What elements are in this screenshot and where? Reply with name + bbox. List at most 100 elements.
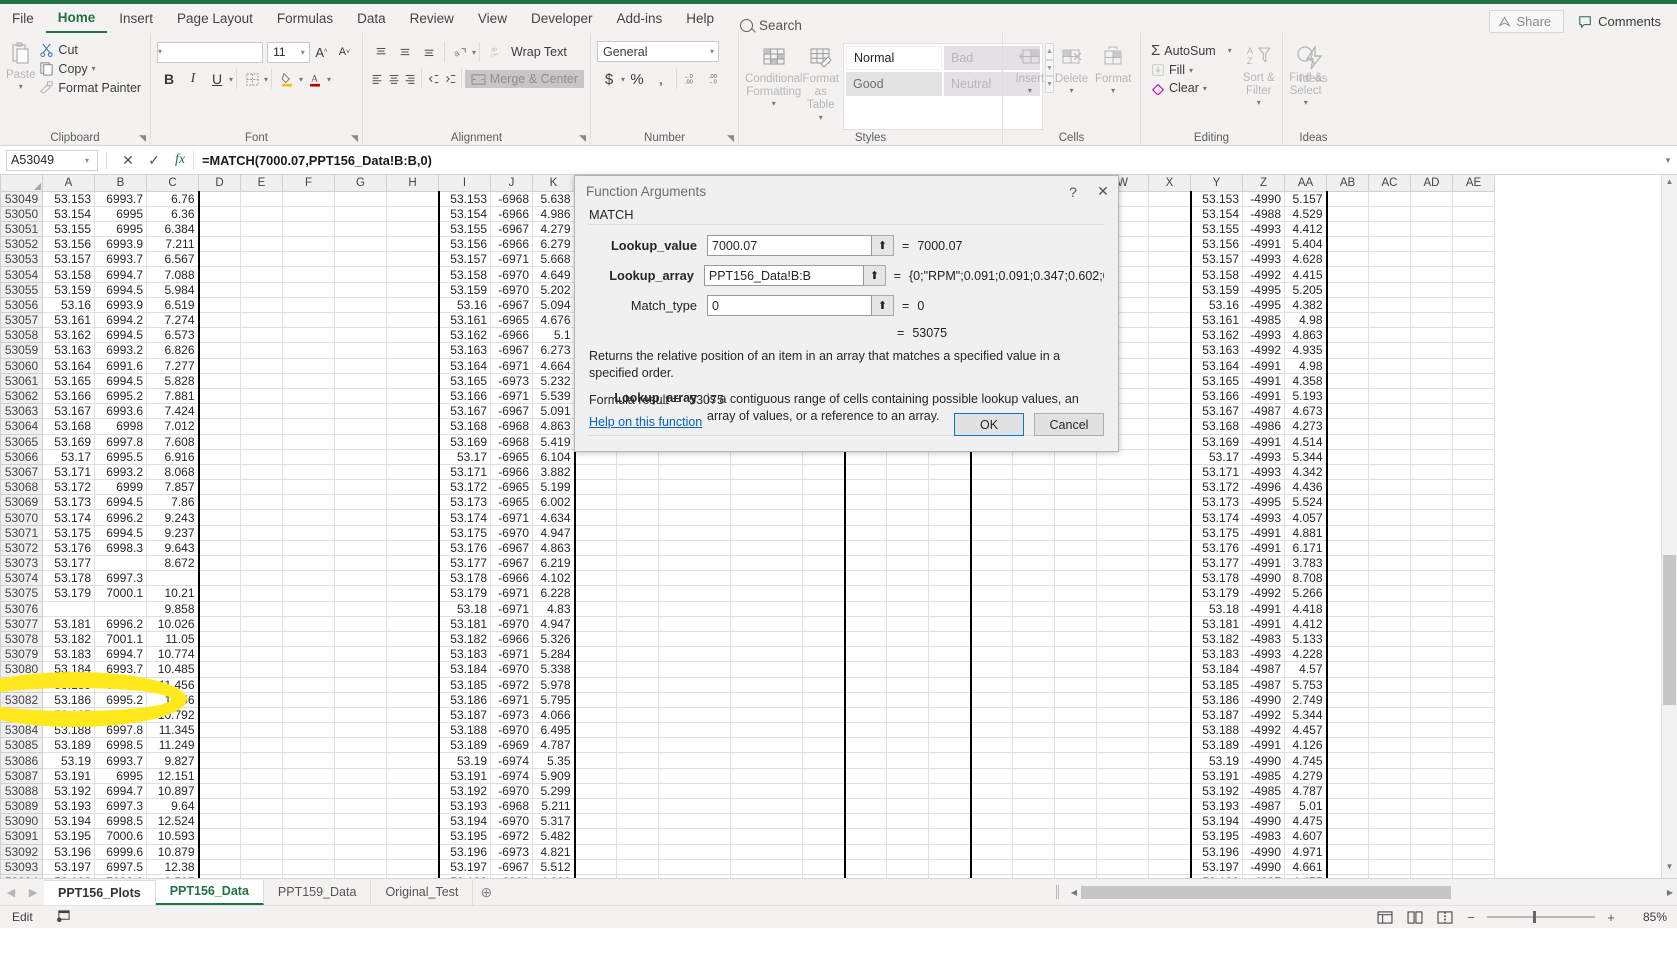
select-all-corner[interactable] (0, 175, 43, 192)
cell-S53088[interactable] (928, 783, 972, 800)
cell-K53088[interactable]: 5.299 (532, 783, 576, 800)
cell-M53088[interactable] (616, 783, 659, 800)
cell-G53067[interactable] (334, 464, 387, 481)
cell-S53077[interactable] (928, 616, 972, 632)
cell-L53091[interactable] (574, 828, 617, 845)
grid-row[interactable]: 53081 53.185 6995.2 11.456 53.185 -6972 5.978 5… (0, 676, 1495, 693)
cell-E53086[interactable] (240, 752, 283, 769)
cell-Y53081[interactable]: 53.185 (1189, 677, 1243, 693)
cell-K53052[interactable]: 6.279 (532, 236, 576, 253)
cell-AC53075[interactable] (1368, 585, 1411, 602)
cell-Y53073[interactable]: 53.177 (1189, 555, 1243, 572)
cell-Z53086[interactable]: -4990 (1242, 752, 1285, 769)
cell-AE53069[interactable] (1452, 494, 1495, 511)
cell-AB53059[interactable] (1326, 342, 1369, 359)
cell-J53085[interactable]: -6969 (490, 737, 533, 754)
cell-E53072[interactable] (240, 540, 283, 557)
cell-D53055[interactable] (198, 282, 241, 298)
cell-T53086[interactable] (970, 752, 1013, 769)
column-header-c[interactable]: C (146, 175, 199, 192)
cell-AD53078[interactable] (1410, 631, 1453, 648)
cell-H53073[interactable] (386, 555, 439, 572)
cell-AE53074[interactable] (1452, 570, 1495, 587)
cell-AD53052[interactable] (1410, 236, 1453, 253)
cell-I53080[interactable]: 53.184 (437, 661, 491, 678)
clipboard-dialog-launcher[interactable]: ◥ (139, 133, 146, 144)
cell-V53079[interactable] (1054, 646, 1097, 663)
cell-L53067[interactable] (574, 464, 617, 481)
cell-C53082[interactable]: 10.56 (146, 692, 200, 708)
ribbon-tab-review[interactable]: Review (398, 6, 466, 33)
font-size-input[interactable]: 11 ▾ (267, 41, 310, 63)
cell-X53069[interactable] (1148, 494, 1191, 511)
cell-AC53060[interactable] (1368, 358, 1411, 374)
align-bottom-button[interactable] (417, 41, 441, 63)
cell-D53092[interactable] (198, 844, 241, 860)
cell-W53083[interactable] (1096, 707, 1149, 724)
cell-F53084[interactable] (282, 722, 335, 739)
cell-AD53094[interactable] (1410, 874, 1453, 878)
cell-E53094[interactable] (240, 874, 283, 878)
align-left-button[interactable] (369, 68, 385, 90)
column-header-h[interactable]: H (386, 175, 439, 192)
cell-style-normal[interactable]: Normal (845, 46, 942, 70)
cell-Z53050[interactable]: -4988 (1242, 206, 1285, 222)
cell-W53089[interactable] (1096, 798, 1149, 815)
cell-Y53055[interactable]: 53.159 (1189, 282, 1243, 298)
cell-M53084[interactable] (616, 722, 659, 739)
cell-S53069[interactable] (928, 494, 972, 511)
cell-G53057[interactable] (334, 312, 387, 329)
cell-AB53053[interactable] (1326, 251, 1369, 268)
cell-F53083[interactable] (282, 707, 335, 724)
cell-AD53082[interactable] (1410, 692, 1453, 708)
cell-N53075[interactable] (658, 585, 731, 602)
cell-X53079[interactable] (1148, 646, 1191, 663)
cell-J53074[interactable]: -6966 (490, 570, 533, 587)
cell-I53067[interactable]: 53.171 (437, 464, 491, 481)
align-center-button[interactable] (385, 68, 401, 90)
cell-G53049[interactable] (334, 191, 387, 207)
cell-AB53052[interactable] (1326, 236, 1369, 253)
cell-Y53059[interactable]: 53.163 (1189, 342, 1243, 359)
grid-row[interactable]: 53088 53.192 6994.7 10.897 53.192 -6970 5.299 5… (0, 782, 1495, 800)
cell-G53060[interactable] (334, 358, 387, 374)
row-header-53052[interactable]: 53052 (0, 236, 43, 253)
cell-X53053[interactable] (1148, 251, 1191, 268)
cell-E53061[interactable] (240, 373, 283, 389)
cell-AB53064[interactable] (1326, 418, 1369, 435)
cell-C53074[interactable] (146, 570, 200, 587)
cell-N53076[interactable] (658, 601, 731, 617)
cell-P53082[interactable] (802, 692, 845, 708)
cell-AD53088[interactable] (1410, 783, 1453, 800)
cell-W53093[interactable] (1096, 859, 1149, 875)
currency-button[interactable]: $ (597, 68, 621, 90)
cell-I53078[interactable]: 53.182 (437, 631, 491, 648)
cell-B53090[interactable]: 6998.5 (94, 813, 147, 830)
cell-A53065[interactable]: 53.169 (42, 434, 95, 450)
cell-X53083[interactable] (1148, 707, 1191, 724)
cell-I53090[interactable]: 53.194 (437, 813, 491, 830)
cell-P53087[interactable] (802, 768, 845, 784)
cell-D53076[interactable] (198, 601, 241, 617)
cell-A53090[interactable]: 53.194 (42, 813, 95, 830)
cell-O53091[interactable] (730, 828, 803, 845)
cell-AC53088[interactable] (1368, 783, 1411, 800)
cell-AA53086[interactable]: 4.745 (1284, 752, 1328, 769)
cell-P53086[interactable] (802, 752, 845, 769)
cell-R53079[interactable] (886, 646, 929, 663)
cell-W53094[interactable] (1096, 874, 1149, 878)
row-header-53072[interactable]: 53072 (0, 539, 43, 557)
cell-W53084[interactable] (1096, 722, 1149, 739)
cell-U53093[interactable] (1012, 859, 1055, 875)
cell-D53074[interactable] (198, 570, 241, 587)
cell-AD53076[interactable] (1410, 601, 1453, 617)
cell-D53061[interactable] (198, 373, 241, 389)
dialog-close-icon[interactable]: ✕ (1088, 177, 1118, 207)
cell-E53070[interactable] (240, 509, 283, 526)
decrease-decimal-button[interactable]: .00 →0 (704, 68, 728, 90)
cell-E53079[interactable] (240, 646, 283, 663)
cell-A53058[interactable]: 53.162 (42, 327, 95, 344)
cell-V53091[interactable] (1054, 828, 1097, 845)
cell-E53051[interactable] (240, 221, 283, 238)
cell-J53080[interactable]: -6970 (490, 661, 533, 678)
